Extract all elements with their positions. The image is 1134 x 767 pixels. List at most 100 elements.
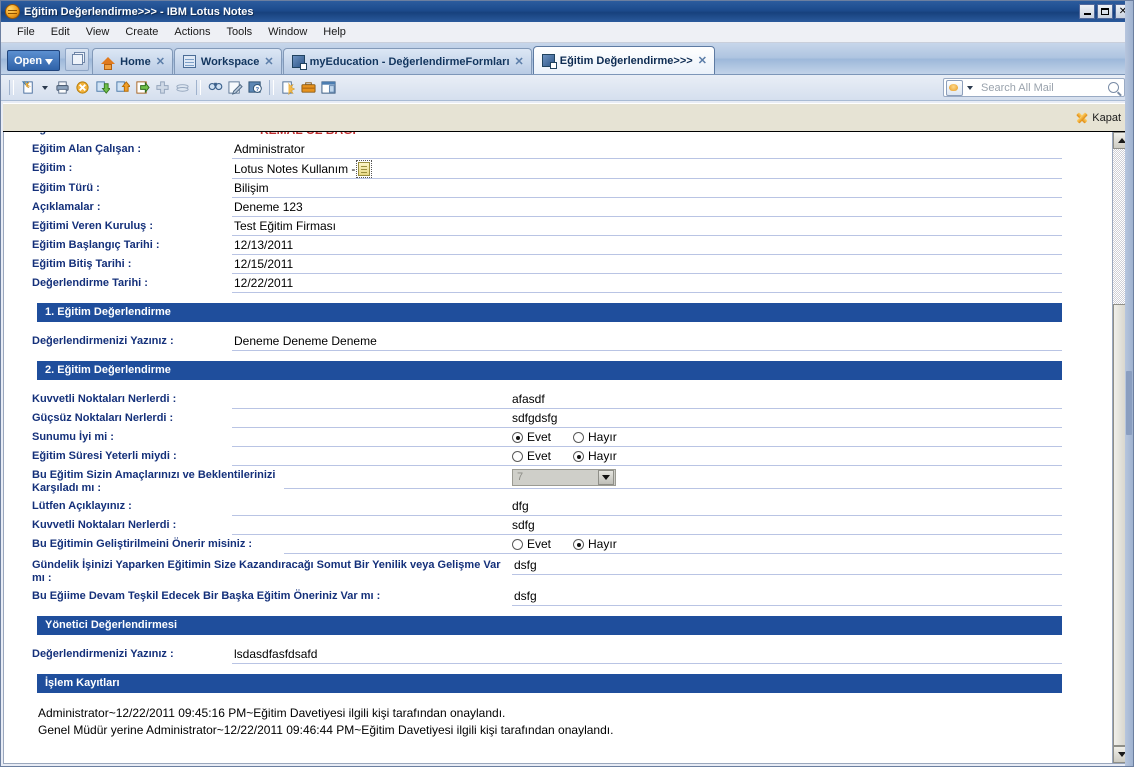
tab-strip: Open Home ✕ Workspace ✕ myEducation - De…	[1, 43, 1133, 75]
chevron-down-icon	[602, 475, 610, 480]
tab-workspace-close-icon[interactable]: ✕	[264, 55, 273, 68]
new-document-dropdown-caret[interactable]	[42, 85, 48, 90]
tab-home[interactable]: Home ✕	[92, 48, 173, 74]
tab-myeducation[interactable]: myEducation - DeğerlendirmeFormları ✕	[282, 48, 532, 74]
toolbar-grip-3[interactable]	[269, 80, 274, 95]
radio-button-icon[interactable]	[512, 539, 523, 550]
field-value[interactable]: 12/22/2011	[232, 274, 1062, 293]
field-label: Eğitim Bitiş Tarihi :	[32, 258, 132, 270]
radio-button-icon[interactable]	[573, 451, 585, 462]
menu-file[interactable]: File	[9, 24, 43, 40]
print-button[interactable]	[52, 78, 72, 98]
briefcase-button[interactable]	[298, 78, 318, 98]
menu-edit[interactable]: Edit	[43, 24, 78, 40]
rating-select-button[interactable]	[598, 470, 614, 485]
window-layout-button[interactable]	[318, 78, 338, 98]
radio-option-evet[interactable]: Evet	[512, 538, 551, 551]
mail-scope-icon[interactable]	[946, 79, 963, 96]
tab-myeducation-close-icon[interactable]: ✕	[515, 55, 524, 68]
kapat-label: Kapat	[1092, 111, 1121, 124]
delete-button[interactable]	[72, 78, 92, 98]
field-label: Gündelik İşinizi Yaparken Eğitimin Size …	[32, 559, 501, 584]
radio-option-hayir[interactable]: Hayır	[573, 431, 617, 444]
field-label: Bu Eğitimin Geliştirilmeini Önerir misin…	[32, 538, 253, 550]
section-header-3: Yönetici Değerlendirmesi	[34, 616, 1062, 635]
open-arrow-icon	[45, 58, 54, 65]
add-button[interactable]	[152, 78, 172, 98]
bookmark-button[interactable]	[278, 78, 298, 98]
window-icon	[320, 81, 336, 94]
search-button[interactable]	[205, 78, 225, 98]
search-all-mail-box[interactable]: Search All Mail	[943, 78, 1125, 97]
radio-option-evet[interactable]: Evet	[512, 450, 551, 463]
search-input[interactable]: Search All Mail	[977, 82, 1108, 94]
field-value[interactable]: Lotus Notes Kullanım -	[232, 159, 1062, 179]
field-value[interactable]: afasdf	[232, 390, 1062, 409]
tab-myeducation-label: myEducation - DeğerlendirmeFormları	[309, 55, 510, 68]
magnifier-icon[interactable]	[1108, 82, 1119, 93]
radio-group-sure: Evet Hayır	[512, 450, 1062, 463]
radio-button-icon[interactable]	[512, 432, 523, 443]
field-label: Değerlendirme Tarihi :	[32, 277, 148, 289]
field-value[interactable]: lsdasdfasfdsafd	[232, 645, 1062, 664]
radio-button-icon[interactable]	[573, 432, 585, 443]
field-value[interactable]: sdfg	[232, 516, 1062, 535]
minimize-button[interactable]	[1079, 4, 1095, 19]
menu-view[interactable]: View	[78, 24, 118, 40]
field-value[interactable]: Test Eğitim Firması	[232, 217, 1062, 236]
tab-workspace[interactable]: Workspace ✕	[173, 48, 282, 74]
menu-create[interactable]: Create	[117, 24, 166, 40]
radio-button-icon[interactable]	[573, 539, 585, 550]
move-down-button[interactable]	[92, 78, 112, 98]
menu-help[interactable]: Help	[315, 24, 354, 40]
print-icon	[55, 81, 69, 94]
field-value[interactable]: 12/15/2011	[232, 255, 1062, 274]
menu-actions[interactable]: Actions	[166, 24, 218, 40]
window-switcher-button[interactable]	[65, 48, 90, 71]
radio-option-hayir[interactable]: Hayır	[573, 450, 617, 463]
field-label: Kuvvetli Noktaları Nerlerdi :	[32, 393, 177, 405]
edit-button[interactable]	[225, 78, 245, 98]
menu-tools[interactable]: Tools	[218, 24, 260, 40]
lotus-notes-icon	[5, 4, 20, 19]
help-button[interactable]: ?	[245, 78, 265, 98]
radio-option-evet[interactable]: Evet	[512, 431, 551, 444]
clipped-field-label: Eğitim Adı :	[32, 132, 93, 135]
svg-text:?: ?	[255, 87, 259, 93]
move-up-button[interactable]	[112, 78, 132, 98]
link-button[interactable]	[172, 78, 192, 98]
field-value[interactable]: sdfgdsfg	[232, 409, 1062, 428]
attachment-icon[interactable]	[356, 160, 373, 178]
radio-button-icon[interactable]	[512, 451, 523, 462]
field-value[interactable]: Bilişim	[232, 179, 1062, 198]
tab-egitim-degerlendirme-close-icon[interactable]: ✕	[698, 54, 707, 67]
field-row-egitim-suresi: Eğitim Süresi Yeterli miydi : Evet Hayır	[4, 447, 1112, 466]
forward-button[interactable]	[132, 78, 152, 98]
field-value[interactable]: dsfg	[512, 587, 1062, 606]
rating-select[interactable]: 7	[512, 469, 616, 486]
maximize-button[interactable]	[1097, 4, 1113, 19]
toolbar-grip[interactable]	[9, 80, 14, 95]
field-value[interactable]: Deneme 123	[232, 198, 1062, 217]
briefcase-icon	[300, 82, 316, 93]
tab-egitim-degerlendirme[interactable]: Eğitim Değerlendirme>>> ✕	[532, 46, 715, 74]
field-value[interactable]: dfg	[232, 497, 1062, 516]
field-label: Eğitim Süresi Yeterli miydi :	[32, 450, 177, 462]
search-scope-caret-icon[interactable]	[967, 85, 973, 90]
open-button[interactable]: Open	[7, 50, 61, 71]
field-value[interactable]: 12/13/2011	[232, 236, 1062, 255]
field-label: Değerlendirmenizi Yazınız :	[32, 648, 174, 660]
side-rail-grip[interactable]	[1126, 371, 1132, 435]
field-value: Evet Hayır	[232, 428, 1062, 447]
kapat-button[interactable]: Kapat	[1076, 112, 1121, 124]
field-value[interactable]: dsfg	[512, 554, 1062, 575]
tab-home-close-icon[interactable]: ✕	[156, 55, 165, 68]
new-document-button[interactable]	[18, 78, 38, 98]
field-value[interactable]: Deneme Deneme Deneme	[232, 332, 1062, 351]
toolbar-grip-2[interactable]	[196, 80, 201, 95]
radio-option-hayir[interactable]: Hayır	[573, 538, 617, 551]
menu-window[interactable]: Window	[260, 24, 315, 40]
field-value[interactable]: Administrator	[232, 140, 1062, 159]
section-header-1: 1. Eğitim Değerlendirme	[34, 303, 1062, 322]
move-down-icon	[95, 81, 110, 94]
